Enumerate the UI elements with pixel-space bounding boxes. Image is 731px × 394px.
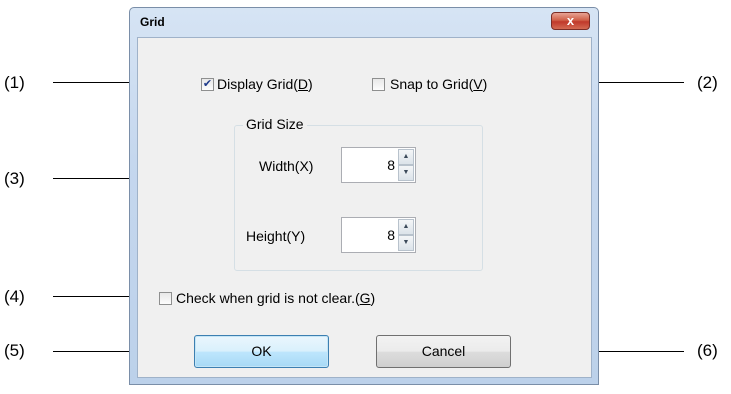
- dialog-title: Grid: [140, 15, 165, 29]
- arrow-up-icon: ▲: [402, 153, 410, 160]
- arrow-down-icon: ▼: [402, 239, 410, 246]
- title-bar[interactable]: Grid x: [130, 8, 598, 37]
- grid-size-group: Grid Size Width(X) 8 ▲ ▼ Height(Y) 8 ▲ ▼: [234, 116, 483, 271]
- height-spin-up-button[interactable]: ▲: [398, 219, 414, 235]
- callout-4: (4): [4, 287, 25, 306]
- close-icon: x: [566, 13, 575, 28]
- height-value[interactable]: 8: [387, 227, 395, 243]
- grid-size-title: Grid Size: [243, 116, 307, 132]
- callout-5: (5): [4, 341, 25, 360]
- callout-1: (1): [4, 73, 25, 92]
- close-button[interactable]: x: [551, 12, 590, 30]
- check-clear-checkbox[interactable]: [159, 292, 172, 305]
- height-spinbox[interactable]: 8 ▲ ▼: [341, 217, 416, 253]
- width-spin-up-button[interactable]: ▲: [398, 149, 414, 165]
- callout-6: (6): [697, 341, 718, 360]
- width-value[interactable]: 8: [387, 157, 395, 173]
- callout-3: (3): [4, 169, 25, 188]
- ok-button[interactable]: OK: [194, 335, 329, 368]
- snap-to-grid-label: Snap to Grid(V): [390, 76, 488, 92]
- snap-to-grid-checkbox[interactable]: [372, 78, 385, 91]
- cancel-button[interactable]: Cancel: [376, 335, 511, 368]
- width-label: Width(X): [259, 158, 314, 174]
- dialog-body: ✔ Display Grid(D) Snap to Grid(V) Grid S…: [137, 37, 592, 378]
- grid-dialog: Grid x ✔ Display Grid(D) Snap to Grid(V)…: [129, 7, 599, 385]
- height-spin-down-button[interactable]: ▼: [398, 235, 414, 251]
- arrow-up-icon: ▲: [402, 223, 410, 230]
- display-grid-label: Display Grid(D): [217, 76, 313, 92]
- width-spinbox[interactable]: 8 ▲ ▼: [341, 147, 416, 183]
- height-label: Height(Y): [246, 228, 306, 244]
- arrow-down-icon: ▼: [402, 169, 410, 176]
- width-spin-down-button[interactable]: ▼: [398, 165, 414, 181]
- checkmark-icon: ✔: [202, 78, 213, 90]
- display-grid-checkbox[interactable]: ✔: [201, 78, 214, 91]
- check-clear-label: Check when grid is not clear.(G): [176, 290, 376, 306]
- callout-2: (2): [697, 73, 718, 92]
